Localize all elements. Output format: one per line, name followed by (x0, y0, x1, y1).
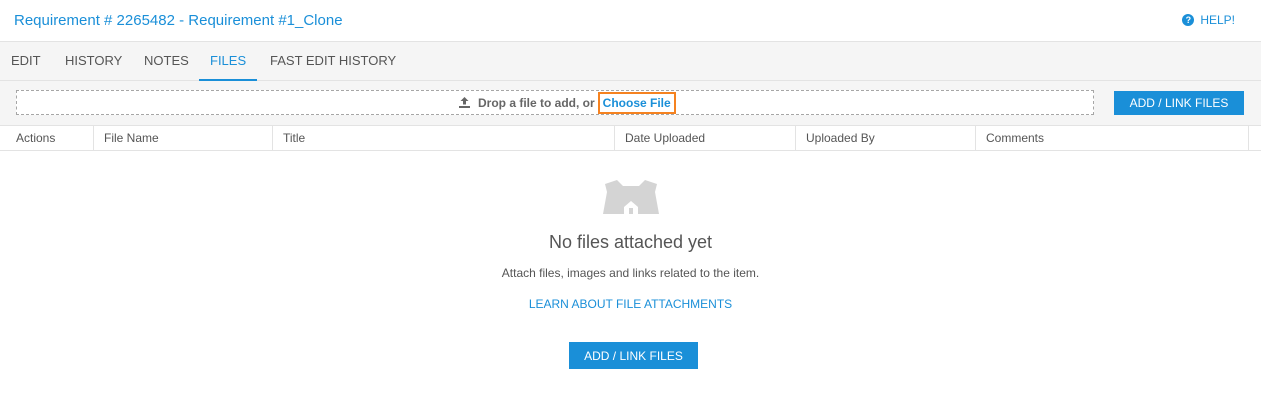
column-header-comments[interactable]: Comments (976, 126, 1249, 150)
column-header-actions[interactable]: Actions (6, 126, 94, 150)
tab-bar: EDIT HISTORY NOTES FILES FAST EDIT HISTO… (0, 42, 1261, 81)
page-header: Requirement # 2265482 - Requirement #1_C… (0, 0, 1261, 42)
add-link-files-button[interactable]: ADD / LINK FILES (1114, 91, 1244, 115)
learn-file-attachments-link[interactable]: LEARN ABOUT FILE ATTACHMENTS (529, 297, 732, 311)
question-circle-icon: ? (1182, 14, 1195, 26)
empty-state-subtitle: Attach files, images and links related t… (501, 266, 760, 280)
tab-files[interactable]: FILES (199, 42, 258, 81)
file-dropzone[interactable]: Drop a file to add, or Choose File (16, 90, 1094, 115)
drop-text: Drop a file to add, or (478, 95, 595, 110)
tab-history[interactable]: HISTORY (54, 42, 133, 81)
help-label: HELP! (1200, 13, 1235, 27)
column-header-uploaded-by[interactable]: Uploaded By (796, 126, 976, 150)
page-title: Requirement # 2265482 - Requirement #1_C… (14, 12, 343, 29)
tab-fast-edit-history[interactable]: FAST EDIT HISTORY (259, 42, 407, 81)
dropzone-content: Drop a file to add, or Choose File (458, 91, 676, 114)
column-header-file-name[interactable]: File Name (94, 126, 273, 150)
files-toolbar: Drop a file to add, or Choose File ADD /… (0, 81, 1261, 125)
empty-add-link-files-button[interactable]: ADD / LINK FILES (569, 342, 698, 369)
tab-notes[interactable]: NOTES (133, 42, 200, 81)
column-header-title[interactable]: Title (273, 126, 615, 150)
files-table-header: Actions File Name Title Date Uploaded Up… (0, 125, 1261, 151)
tab-edit[interactable]: EDIT (0, 42, 52, 81)
choose-file-link[interactable]: Choose File (597, 91, 676, 114)
empty-state-title: No files attached yet (548, 232, 713, 252)
column-header-date-uploaded[interactable]: Date Uploaded (615, 126, 796, 150)
upload-icon (459, 97, 470, 108)
help-link[interactable]: ? HELP! (1182, 13, 1235, 27)
empty-folder-icon (603, 180, 659, 214)
learn-link-row: LEARN ABOUT FILE ATTACHMENTS (0, 297, 1261, 311)
